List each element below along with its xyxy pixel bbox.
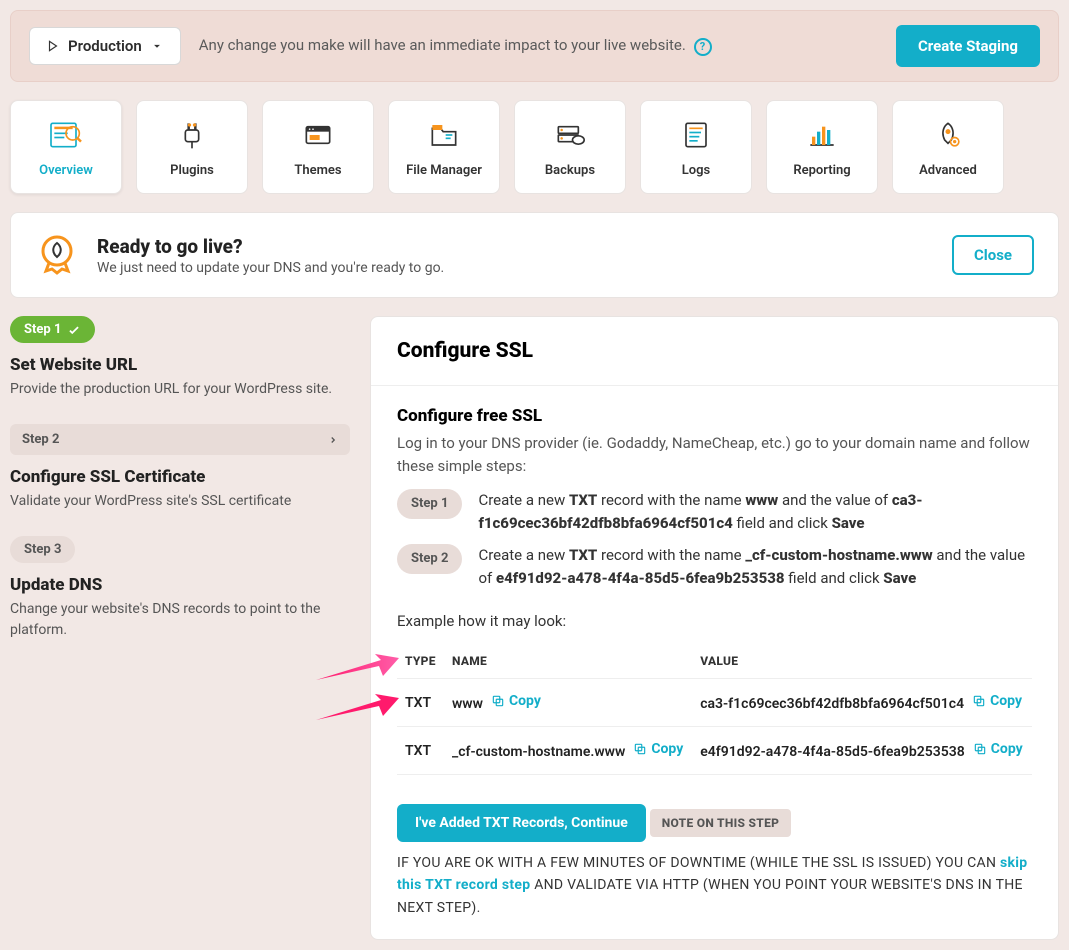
- check-icon: [67, 323, 81, 337]
- step3-title: Update DNS: [10, 575, 350, 595]
- copy-button[interactable]: Copy: [973, 741, 1023, 757]
- table-row: TXT wwwCopy ca3-f1c69cec36bf42dfb8bfa696…: [397, 679, 1032, 727]
- step1-title: Set Website URL: [10, 355, 350, 375]
- copy-button[interactable]: Copy: [491, 693, 541, 709]
- copy-button[interactable]: Copy: [972, 693, 1022, 709]
- plug-icon: [172, 117, 212, 153]
- help-icon[interactable]: ?: [694, 38, 712, 56]
- overview-icon: [46, 117, 86, 153]
- th-value: VALUE: [692, 644, 1032, 679]
- folder-icon: [424, 117, 464, 153]
- caret-down-icon: [150, 39, 164, 53]
- copy-icon: [973, 742, 987, 756]
- close-button[interactable]: Close: [952, 235, 1034, 275]
- banner-sub: We just need to update your DNS and you'…: [97, 260, 444, 276]
- tab-overview[interactable]: Overview: [10, 100, 122, 194]
- example-label: Example how it may look:: [397, 612, 1032, 630]
- copy-icon: [491, 694, 505, 708]
- play-icon: [46, 39, 60, 53]
- copy-icon: [972, 694, 986, 708]
- tab-themes[interactable]: Themes: [262, 100, 374, 194]
- step1-desc: Provide the production URL for your Word…: [10, 379, 350, 400]
- topbar: Production Any change you make will have…: [10, 10, 1059, 82]
- go-live-banner: Ready to go live? We just need to update…: [10, 212, 1059, 298]
- tab-reporting[interactable]: Reporting: [766, 100, 878, 194]
- step2-pill[interactable]: Step 2: [10, 424, 350, 455]
- tab-file-manager[interactable]: File Manager: [388, 100, 500, 194]
- rocket-icon: [928, 117, 968, 153]
- steps-sidebar: Step 1 Set Website URL Provide the produ…: [10, 316, 350, 940]
- note-text: IF YOU ARE OK WITH A FEW MINUTES OF DOWN…: [397, 852, 1032, 919]
- table-row: TXT _cf-custom-hostname.wwwCopy e4f91d92…: [397, 727, 1032, 775]
- dns-table: TYPE NAME VALUE TXT wwwCopy ca3-f1c69cec…: [397, 644, 1032, 775]
- tab-plugins[interactable]: Plugins: [136, 100, 248, 194]
- step2-desc: Validate your WordPress site's SSL certi…: [10, 491, 350, 512]
- main-subtitle: Configure free SSL: [397, 406, 1032, 426]
- themes-icon: [298, 117, 338, 153]
- chevron-right-icon: [328, 433, 338, 447]
- reporting-icon: [802, 117, 842, 153]
- tab-logs[interactable]: Logs: [640, 100, 752, 194]
- th-type: TYPE: [397, 644, 444, 679]
- badge-icon: [35, 233, 79, 277]
- instruction-step1: Step 1 Create a new TXT record with the …: [397, 489, 1032, 536]
- main-title: Configure SSL: [397, 339, 1032, 363]
- note-badge: NOTE ON THIS STEP: [650, 809, 791, 837]
- environment-label: Production: [68, 37, 142, 55]
- copy-icon: [633, 742, 647, 756]
- main-intro: Log in to your DNS provider (ie. Godaddy…: [397, 432, 1032, 477]
- banner-title: Ready to go live?: [97, 235, 444, 258]
- step3-pill: Step 3: [10, 536, 75, 563]
- instruction-step2: Step 2 Create a new TXT record with the …: [397, 544, 1032, 591]
- backups-icon: [550, 117, 590, 153]
- tab-backups[interactable]: Backups: [514, 100, 626, 194]
- step3-desc: Change your website's DNS records to poi…: [10, 599, 350, 641]
- arrow-annotation: [311, 690, 401, 726]
- th-name: NAME: [444, 644, 692, 679]
- copy-button[interactable]: Copy: [633, 741, 683, 757]
- tab-advanced[interactable]: Advanced: [892, 100, 1004, 194]
- continue-button[interactable]: I've Added TXT Records, Continue: [397, 804, 646, 842]
- topbar-message: Any change you make will have an immedia…: [199, 36, 878, 56]
- environment-dropdown[interactable]: Production: [29, 27, 181, 65]
- step1-pill: Step 1: [10, 316, 95, 343]
- create-staging-button[interactable]: Create Staging: [896, 25, 1040, 67]
- logs-icon: [676, 117, 716, 153]
- step2-title: Configure SSL Certificate: [10, 467, 350, 487]
- arrow-annotation: [311, 650, 401, 686]
- tabs: Overview Plugins Themes File Manager Bac…: [10, 100, 1059, 194]
- main-panel: Configure SSL Configure free SSL Log in …: [370, 316, 1059, 940]
